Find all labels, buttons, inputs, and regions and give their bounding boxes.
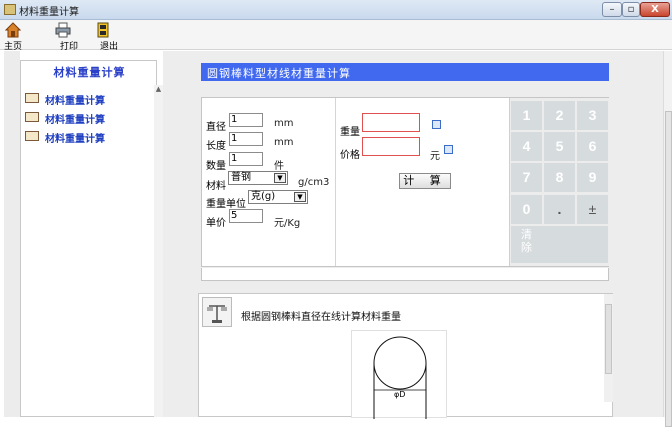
unit-price-label: 单价 [206,218,226,229]
key-7[interactable]: 7 [511,163,542,192]
info-scrollbar[interactable] [604,294,613,402]
chevron-down-icon[interactable]: ▼ [274,173,286,183]
quantity-input[interactable]: 1 [229,152,263,166]
restore-button[interactable]: ▫ [622,2,640,17]
key-5[interactable]: 5 [544,132,575,161]
close-button[interactable]: X [640,2,670,17]
title-bar: 材料重量计算 – ▫ X [0,0,672,20]
chevron-down-icon[interactable]: ▼ [294,192,306,202]
weight-unit-select[interactable]: 克(g) ▼ [248,190,308,204]
weight-unit-selected-value: 克(g) [251,191,276,202]
exit-label: 退出 [99,42,118,52]
sidebar-heading: 材料重量计算 [53,66,126,79]
window-scroll-thumb[interactable] [665,111,672,427]
unit-price-unit: 元/Kg [274,218,301,229]
clear-label-line2: 除 [521,242,532,254]
sidebar-item-label: 材料重量计算 [45,134,105,145]
sidebar: 材料重量计算 材料重量计算 材料重量计算 材料重量计算 [20,60,157,417]
material-selected-value: 普钢 [231,172,251,183]
diagram-label: φD [394,390,405,399]
clear-label-line1: 清 [521,229,532,241]
home-icon [5,22,21,38]
home-button[interactable]: 主页 [2,22,24,52]
round-bar-diagram: φD [351,330,447,419]
column-divider [335,98,336,266]
quantity-label: 数量 [206,161,226,172]
price-result-label: 价格 [340,150,360,161]
diameter-label: 直径 [206,122,226,133]
left-panel-frame [4,51,20,417]
calculator-title: 圆钢棒料型材线材重量计算 [207,67,351,80]
density-unit: g/cm3 [298,177,330,188]
quantity-unit: 件 [274,161,284,172]
key-6[interactable]: 6 [577,132,608,161]
info-scroll-thumb[interactable] [605,304,612,374]
key-4[interactable]: 4 [511,132,542,161]
calculate-button[interactable]: 计 算 [399,173,451,189]
diameter-unit: mm [274,118,294,129]
exit-door-icon [97,22,109,38]
length-unit: mm [274,137,294,148]
material-label: 材料 [206,181,226,192]
weight-result-field[interactable] [362,113,420,132]
window-scrollbar[interactable] [663,51,672,427]
scroll-up-icon[interactable]: ▲ [154,85,163,94]
scale-icon [25,112,39,122]
scale-icon [202,297,232,327]
material-select[interactable]: 普钢 ▼ [228,171,288,185]
app-icon [4,4,16,15]
key-decimal[interactable]: . [544,195,575,224]
unit-price-input[interactable]: 5 [229,209,263,223]
printer-icon [55,22,71,38]
info-panel: 根据圆钢棒料直径在线计算材料重量 φD [198,293,613,419]
sidebar-item-label: 材料重量计算 [45,115,105,126]
splitter [163,51,193,417]
key-plus-minus[interactable]: ± [577,195,608,224]
price-unit: 元 [430,151,440,162]
key-2[interactable]: 2 [544,101,575,130]
scale-icon [25,131,39,141]
cylinder-icon: φD [373,336,427,419]
toolbar: 主页 打印 退出 [0,20,672,52]
window-title: 材料重量计算 [19,7,79,18]
key-3[interactable]: 3 [577,101,608,130]
key-8[interactable]: 8 [544,163,575,192]
sidebar-scrollbar[interactable]: ▲ [154,85,163,417]
minimize-button[interactable]: – [602,2,622,17]
price-result-field[interactable] [362,137,420,156]
clear-button[interactable]: 清 除 [511,226,608,263]
calculator-footer [201,268,609,281]
info-description: 根据圆钢棒料直径在线计算材料重量 [241,312,401,323]
diameter-input[interactable]: 1 [229,113,263,127]
calculator-panel: 直径 1 mm 长度 1 mm 数量 1 件 材料 普钢 ▼ g/cm3 重量单… [201,97,609,267]
key-0[interactable]: 0 [511,195,542,224]
calculator-header: 圆钢棒料型材线材重量计算 [201,63,609,81]
sidebar-item-weight-calc-2[interactable]: 材料重量计算 [25,110,155,126]
copy-icon[interactable] [432,120,441,129]
sidebar-item-weight-calc-1[interactable]: 材料重量计算 [25,91,155,107]
sidebar-item-weight-calc-3[interactable]: 材料重量计算 [25,129,155,145]
weight-result-label-text: 重量 [340,127,360,138]
key-9[interactable]: 9 [577,163,608,192]
sidebar-item-label: 材料重量计算 [45,96,105,107]
keypad: 1 2 3 4 5 6 7 8 9 0 . ± 清 除 [509,98,609,266]
length-input[interactable]: 1 [229,132,263,146]
print-button[interactable]: 打印 [55,22,83,52]
weight-unit-label: 重量单位 [206,199,246,210]
key-1[interactable]: 1 [511,101,542,130]
copy-icon[interactable] [444,145,453,154]
print-label: 打印 [59,42,78,52]
length-label: 长度 [206,141,226,152]
scale-icon [25,93,39,103]
exit-button[interactable]: 退出 [94,22,124,52]
